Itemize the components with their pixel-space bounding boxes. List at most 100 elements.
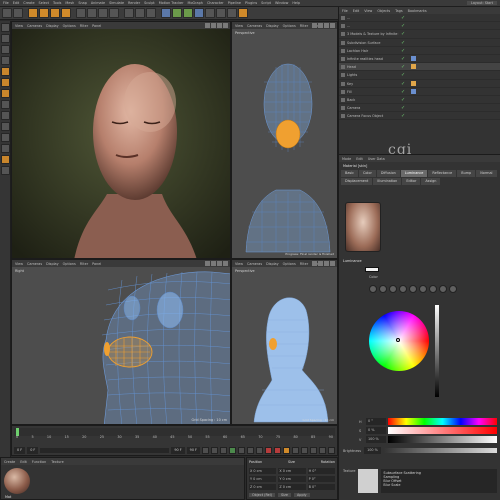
end-frame-field[interactable]: 90 F [171,446,185,454]
tab-luminance[interactable]: Luminance [400,170,428,177]
visibility-check-icon[interactable]: ✓ [401,31,405,37]
coord-field[interactable]: Y 0 cm [278,476,306,482]
object-menu-edit[interactable]: Edit [353,9,360,13]
menu-script[interactable]: Script [261,1,271,5]
menu-motion-tracker[interactable]: Motion Tracker [159,1,184,5]
snap-icon[interactable] [1,122,10,131]
tab-diffusion[interactable]: Diffusion [376,170,400,177]
menu-mograph[interactable]: MoGraph [188,1,203,5]
object-name[interactable]: Camera Focus Object [347,112,399,120]
menu-simulate[interactable]: Simulate [109,1,124,5]
deformer-icon[interactable] [205,8,215,18]
next-key-icon[interactable] [247,446,254,454]
texture-shader-box[interactable]: Subsurface Scattering Sampling Blur Offse… [381,469,497,493]
object-name[interactable]: Lachlan Hair [347,47,399,55]
viewport-menu-options[interactable]: Options [283,24,296,28]
tab-displacement[interactable]: Displacement [341,178,373,185]
hsv-channel-value[interactable]: 100 % [366,436,386,443]
pan-icon[interactable] [312,261,317,266]
menu-file[interactable]: File [3,1,9,5]
viewport-menu-view[interactable]: View [15,24,23,28]
orbit-icon[interactable] [324,23,329,28]
menu-plugins[interactable]: Plugins [245,1,257,5]
visibility-check-icon[interactable]: ✓ [401,81,405,87]
zoom-icon[interactable] [318,261,323,266]
object-row[interactable]: Back ✓ [339,96,500,105]
coord-field[interactable]: Z 0 cm [278,484,306,490]
object-menu-file[interactable]: File [342,9,348,13]
object-row[interactable]: 3 Models & Texture by Infinite Realities… [339,30,500,39]
array-icon[interactable] [194,8,204,18]
texture-thumbnail[interactable] [358,469,379,493]
autokey-icon[interactable] [274,446,281,454]
object-row[interactable]: ... ✓ [339,22,500,31]
visibility-check-icon[interactable]: ✓ [401,56,405,62]
menu-character[interactable]: Character [207,1,224,5]
menu-pipeline[interactable]: Pipeline [228,1,241,5]
sculpt-icon[interactable] [1,155,10,164]
object-menu-tags[interactable]: Tags [395,9,403,13]
object-row[interactable]: Camera ✓ [339,104,500,113]
floor-icon[interactable] [216,8,226,18]
orbit-icon[interactable] [217,261,222,266]
menu-edit[interactable]: Edit [13,1,20,5]
visibility-check-icon[interactable]: ✓ [401,40,405,46]
coordinate-mode-select[interactable]: Object (Rel) [249,493,275,497]
image-picker-icon[interactable] [389,285,397,293]
lock-workplane-icon[interactable] [1,133,10,142]
camera-icon[interactable] [227,8,237,18]
viewport-menu-filter[interactable]: Filter [300,262,308,266]
hsv-channel-slider[interactable] [388,427,497,434]
eyedropper-icon[interactable] [449,285,457,293]
timeline-settings-icon[interactable] [328,446,335,454]
scale-key-icon[interactable] [301,446,308,454]
viewport-menu-cameras[interactable]: Cameras [27,24,42,28]
render-view-icon[interactable] [124,8,134,18]
viewport-menu-display[interactable]: Display [46,24,59,28]
coord-field[interactable]: B 0° [307,484,335,490]
maximize-icon[interactable] [330,261,335,266]
brightness-slider[interactable] [383,448,497,453]
orbit-icon[interactable] [217,23,222,28]
rotation-key-icon[interactable] [310,446,317,454]
object-row[interactable]: Lights ✓ [339,71,500,80]
max-frame-field[interactable]: 90 F [186,446,200,454]
maximize-icon[interactable] [223,23,228,28]
object-row[interactable]: ... ✓ [339,14,500,23]
menu-sculpt[interactable]: Sculpt [144,1,155,5]
viewport-menu-options[interactable]: Options [63,262,76,266]
menu-window[interactable]: Window [275,1,288,5]
menu-create[interactable]: Create [23,1,34,5]
menu-mesh[interactable]: Mesh [65,1,74,5]
menu-animate[interactable]: Animate [91,1,105,5]
object-menu-objects[interactable]: Objects [377,9,390,13]
visibility-check-icon[interactable]: ✓ [401,64,405,70]
viewport-perspective-small[interactable]: ViewCamerasDisplayOptionsFilterPanel Per… [231,259,338,425]
visibility-check-icon[interactable]: ✓ [401,48,405,54]
start-frame-field[interactable]: 0 F [14,446,26,454]
visibility-check-icon[interactable]: ✓ [401,89,405,95]
preview-range-bar[interactable] [40,447,170,453]
object-name[interactable]: Lights [347,71,399,79]
material-menu-texture[interactable]: Texture [51,460,63,464]
param-key-icon[interactable] [319,446,326,454]
polygons-mode-icon[interactable] [1,89,10,98]
viewport-menu-panel[interactable]: Panel [92,24,101,28]
undo-icon[interactable] [2,8,12,18]
viewport-right-wireframe[interactable]: View Cameras Display Options Filter Panel Rig… [11,259,231,425]
object-row[interactable]: Lachlan Hair ✓ [339,47,500,55]
viewport-menu-display[interactable]: Display [266,262,279,266]
prev-key-icon[interactable] [211,446,218,454]
x-axis-icon[interactable] [76,8,86,18]
zoom-icon[interactable] [211,23,216,28]
pan-icon[interactable] [312,23,317,28]
viewport-menu-cameras[interactable]: Cameras [247,262,262,266]
maximize-icon[interactable] [330,23,335,28]
object-name[interactable]: Fill [347,88,399,96]
record-icon[interactable] [265,446,272,454]
orbit-icon[interactable] [324,261,329,266]
brightness-value[interactable]: 100 % [364,447,381,454]
viewport-menu-display[interactable]: Display [46,262,59,266]
viewport-menu-view[interactable]: View [15,262,23,266]
maximize-icon[interactable] [223,261,228,266]
